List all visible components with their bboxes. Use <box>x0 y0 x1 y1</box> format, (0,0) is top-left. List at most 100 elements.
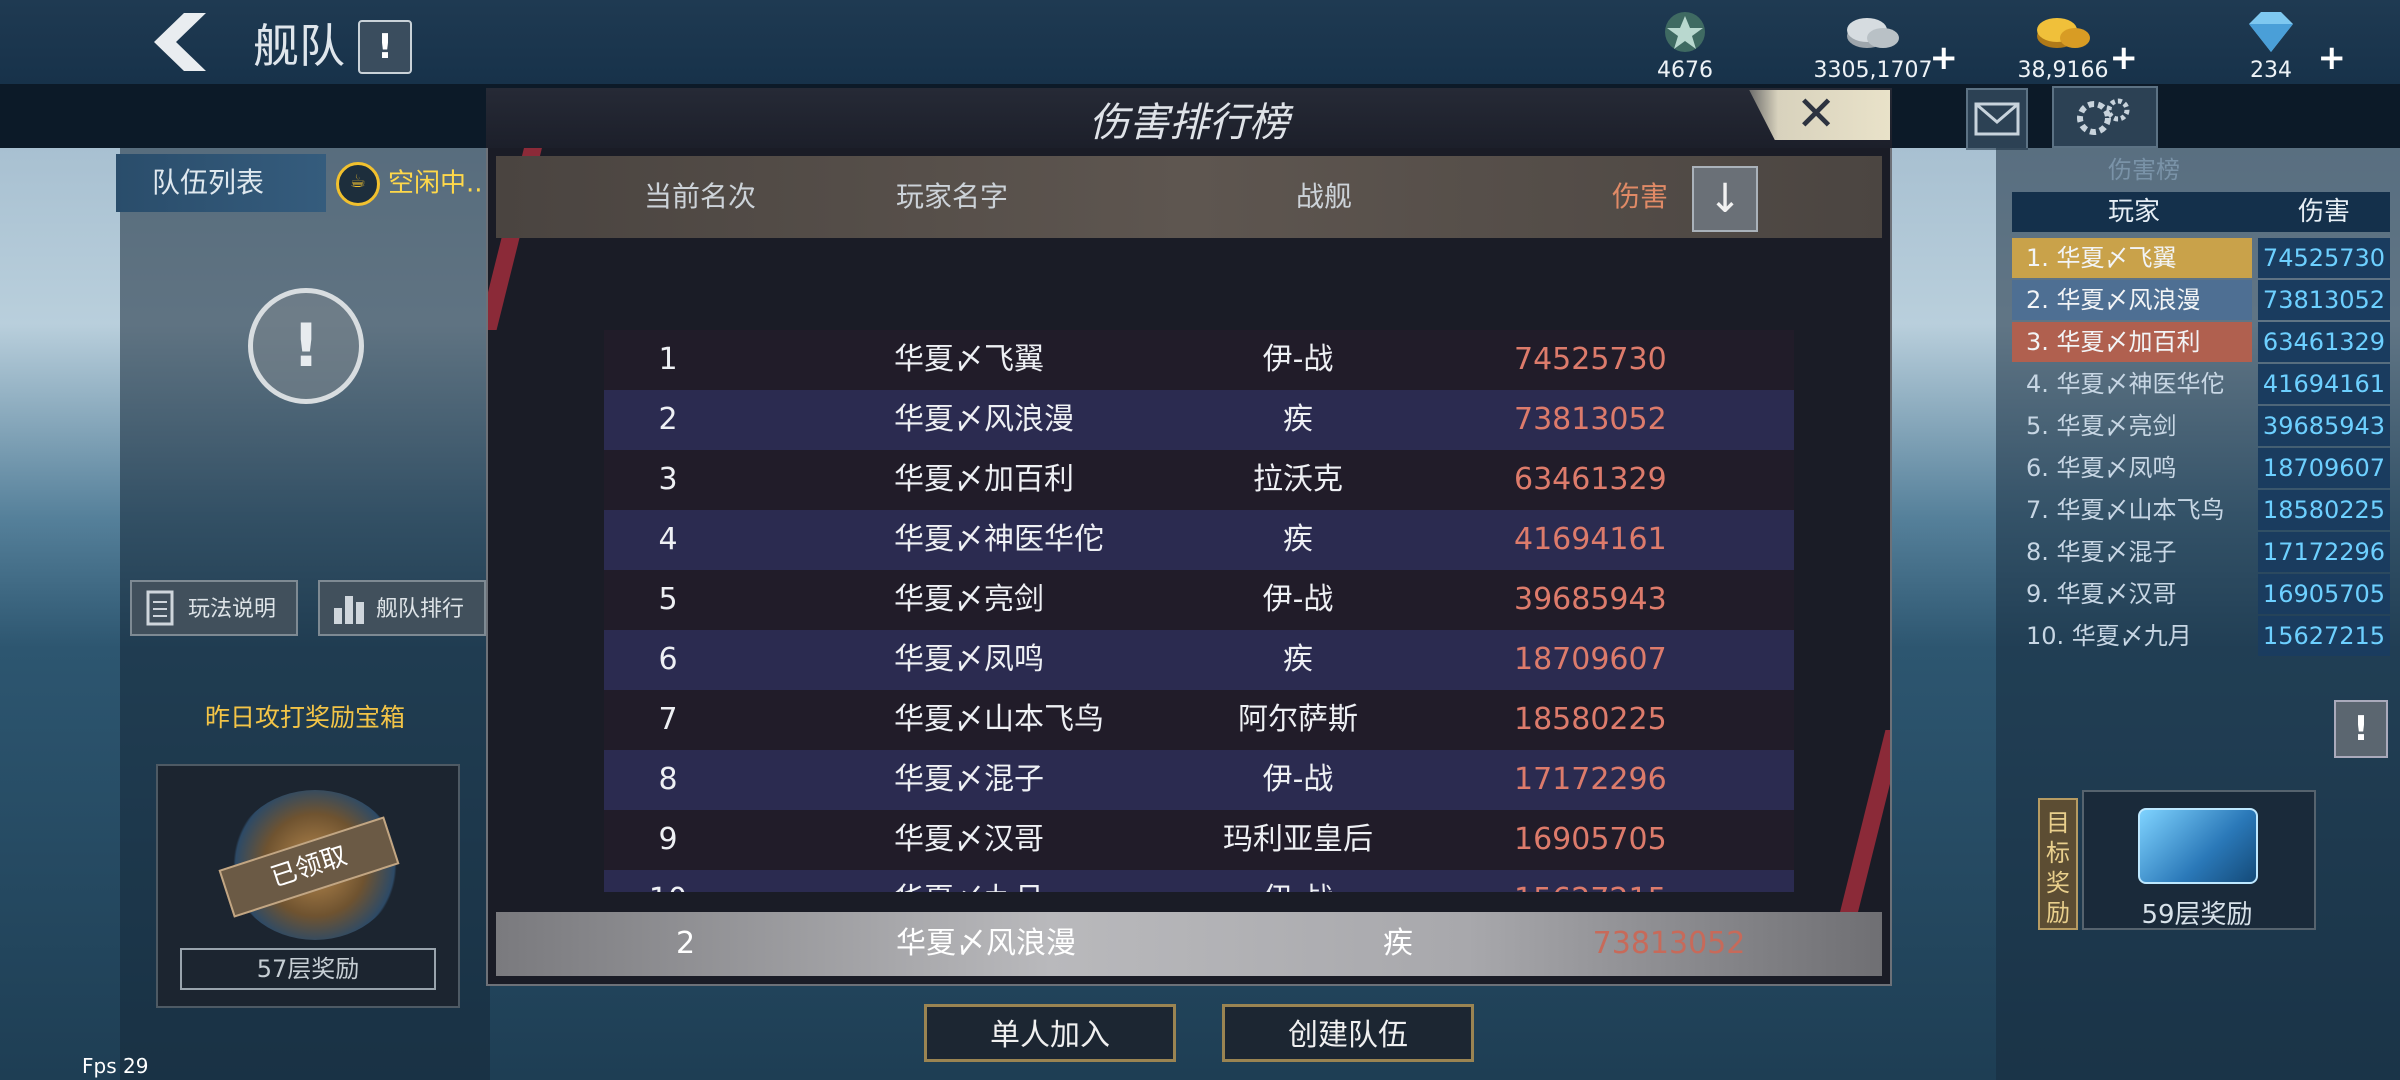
leaderboard-row[interactable]: 3 华夏〆加百利 拉沃克 63461329 <box>604 450 1794 510</box>
leaderboard-row[interactable]: 4 华夏〆神医华佗 疾 41694161 <box>604 510 1794 570</box>
row-rank: 8 <box>658 762 678 797</box>
coffee-icon: ☕ <box>336 162 380 206</box>
silver-coins-icon <box>1847 18 1899 48</box>
leaderboard-row[interactable]: 7 华夏〆山本飞鸟 阿尔萨斯 18580225 <box>604 690 1794 750</box>
mini-row-player: 1. 华夏〆飞翼 <box>2012 238 2252 278</box>
add-silver-icon[interactable]: + <box>1930 38 1959 78</box>
mini-row-player: 5. 华夏〆亮剑 <box>2026 412 2177 440</box>
status-idle: ☕ 空闲中.. <box>336 162 506 206</box>
add-diamond-icon[interactable]: + <box>2318 38 2347 78</box>
leaderboard-row[interactable]: 8 华夏〆混子 伊-战 17172296 <box>604 750 1794 810</box>
row-ship: 阿尔萨斯 <box>1238 702 1358 737</box>
mini-row-player: 3. 华夏〆加百利 <box>2012 322 2252 362</box>
row-ship: 疾 <box>1283 402 1313 437</box>
mini-row-damage: 15627215 <box>2258 616 2390 656</box>
row-damage: 16905705 <box>1514 822 1667 857</box>
mini-leaderboard-row[interactable]: 4. 华夏〆神医华佗 41694161 <box>2012 364 2390 404</box>
mini-row-player: 7. 华夏〆山本飞鸟 <box>2026 496 2225 524</box>
fleet-rank-button[interactable]: 舰队排行 <box>318 580 486 636</box>
mini-row-damage: 18709607 <box>2258 448 2390 488</box>
row-ship: 疾 <box>1283 522 1313 557</box>
mini-leaderboard-row[interactable]: 6. 华夏〆凤鸣 18709607 <box>2012 448 2390 488</box>
my-ship: 疾 <box>1383 926 1413 961</box>
row-damage: 63461329 <box>1514 462 1667 497</box>
currency-silver: 3305,1707 + <box>1788 4 1958 84</box>
help-icon[interactable]: ! <box>358 20 412 74</box>
mini-row-damage: 74525730 <box>2258 238 2390 278</box>
row-player: 华夏〆九月 <box>894 870 1044 892</box>
mini-leaderboard-row[interactable]: 2. 华夏〆风浪漫 73813052 <box>2012 280 2390 320</box>
mini-leaderboard-row[interactable]: 8. 华夏〆混子 17172296 <box>2012 532 2390 572</box>
leaderboard-list[interactable]: 1 华夏〆飞翼 伊-战 74525730 2 华夏〆风浪漫疾 73813052 3 华夏〆加百利… <box>496 330 1882 892</box>
mini-row-damage: 73813052 <box>2258 280 2390 320</box>
mini-leaderboard-row[interactable]: 7. 华夏〆山本飞鸟 18580225 <box>2012 490 2390 530</box>
chest-icon <box>2138 808 2258 884</box>
rules-button[interactable]: 玩法说明 <box>130 580 298 636</box>
settings-button[interactable] <box>2052 86 2158 148</box>
row-damage: 74525730 <box>1514 342 1667 377</box>
row-rank: 2 <box>658 402 678 437</box>
document-icon <box>146 590 174 626</box>
row-ship: 伊-战 <box>1262 582 1334 617</box>
currency-gold: 38,9166 + <box>1988 4 2138 84</box>
fps-counter: Fps 29 <box>82 1054 149 1078</box>
join-single-button[interactable]: 单人加入 <box>924 1004 1176 1062</box>
mail-icon <box>1974 102 2020 136</box>
my-rank-row: 2 华夏〆风浪漫 疾 73813052 <box>496 912 1882 976</box>
row-player: 华夏〆风浪漫 <box>894 402 1074 437</box>
my-damage: 73813052 <box>1592 926 1746 961</box>
mini-row-damage: 17172296 <box>2258 532 2390 572</box>
mini-row-player: 10. 华夏〆九月 <box>2026 622 2192 650</box>
mini-leaderboard-row[interactable]: 1. 华夏〆飞翼 74525730 <box>2012 238 2390 278</box>
leaderboard-row[interactable]: 5 华夏〆亮剑 伊-战 39685943 <box>604 570 1794 630</box>
leaderboard-row[interactable]: 2 华夏〆风浪漫 疾 73813052 <box>604 390 1794 450</box>
row-rank: 10 <box>604 870 732 892</box>
row-player: 华夏〆神医华佗 <box>894 522 1104 557</box>
back-button[interactable] <box>130 6 220 78</box>
leaderboard-row[interactable]: 10 华夏〆九月 伊-战 15627215 <box>604 870 1794 892</box>
goal-reward-label: 59层奖励 <box>2141 900 2253 930</box>
leaderboard-row[interactable]: 9 华夏〆汉哥 玛利亚皇后 16905705 <box>604 810 1794 870</box>
gear-icon <box>2077 98 2130 135</box>
sort-descending-button[interactable]: ↓ <box>1692 166 1758 232</box>
status-label: 空闲中.. <box>388 168 483 199</box>
mini-leaderboard-header: 玩家 伤害 <box>2012 192 2390 232</box>
my-player: 华夏〆风浪漫 <box>896 926 1076 961</box>
leaderboard-row[interactable]: 1 华夏〆飞翼 伊-战 74525730 <box>604 330 1794 390</box>
row-damage: 41694161 <box>1514 522 1667 557</box>
row-player: 华夏〆加百利 <box>894 462 1074 497</box>
empty-notice-icon: ! <box>248 288 364 404</box>
mini-col-player: 玩家 <box>2107 197 2160 227</box>
row-rank: 3 <box>658 462 678 497</box>
row-damage: 73813052 <box>1514 402 1667 437</box>
row-ship: 伊-战 <box>1262 762 1334 797</box>
row-rank: 6 <box>658 642 678 677</box>
mail-button[interactable] <box>1966 88 2028 150</box>
col-damage[interactable]: 伤害 <box>1612 156 1668 238</box>
mini-row-damage: 41694161 <box>2258 364 2390 404</box>
team-list-tab[interactable]: 队伍列表 <box>116 154 326 212</box>
leaderboard-row[interactable]: 6 华夏〆凤鸣 疾 18709607 <box>604 630 1794 690</box>
add-gold-icon[interactable]: + <box>2110 38 2139 78</box>
mini-leaderboard-row[interactable]: 3. 华夏〆加百利 63461329 <box>2012 322 2390 362</box>
row-rank: 7 <box>658 702 678 737</box>
close-icon: ✕ <box>1796 86 1837 142</box>
row-ship: 拉沃克 <box>1253 462 1343 497</box>
row-damage: 39685943 <box>1514 582 1667 617</box>
help-icon[interactable]: ! <box>2334 700 2388 758</box>
mini-leaderboard-row[interactable]: 10. 华夏〆九月 15627215 <box>2012 616 2390 656</box>
row-player: 华夏〆飞翼 <box>894 342 1044 377</box>
mini-leaderboard-row[interactable]: 5. 华夏〆亮剑 39685943 <box>2012 406 2390 446</box>
create-team-button[interactable]: 创建队伍 <box>1222 1004 1474 1062</box>
col-ship: 战舰 <box>1296 180 1353 213</box>
rules-button-label: 玩法说明 <box>188 597 277 622</box>
mini-leaderboard-row[interactable]: 9. 华夏〆汉哥 16905705 <box>2012 574 2390 614</box>
row-player: 华夏〆汉哥 <box>894 822 1044 857</box>
star-medal-icon <box>1665 12 1705 52</box>
page-title: 舰队 <box>253 19 345 73</box>
mini-row-player: 9. 华夏〆汉哥 <box>2026 580 2177 608</box>
mini-row-player: 8. 华夏〆混子 <box>2026 538 2177 566</box>
mini-col-damage: 伤害 <box>2297 197 2350 227</box>
row-player: 华夏〆凤鸣 <box>894 642 1044 677</box>
yesterday-reward-title: 昨日攻打奖励宝箱 <box>204 703 405 732</box>
